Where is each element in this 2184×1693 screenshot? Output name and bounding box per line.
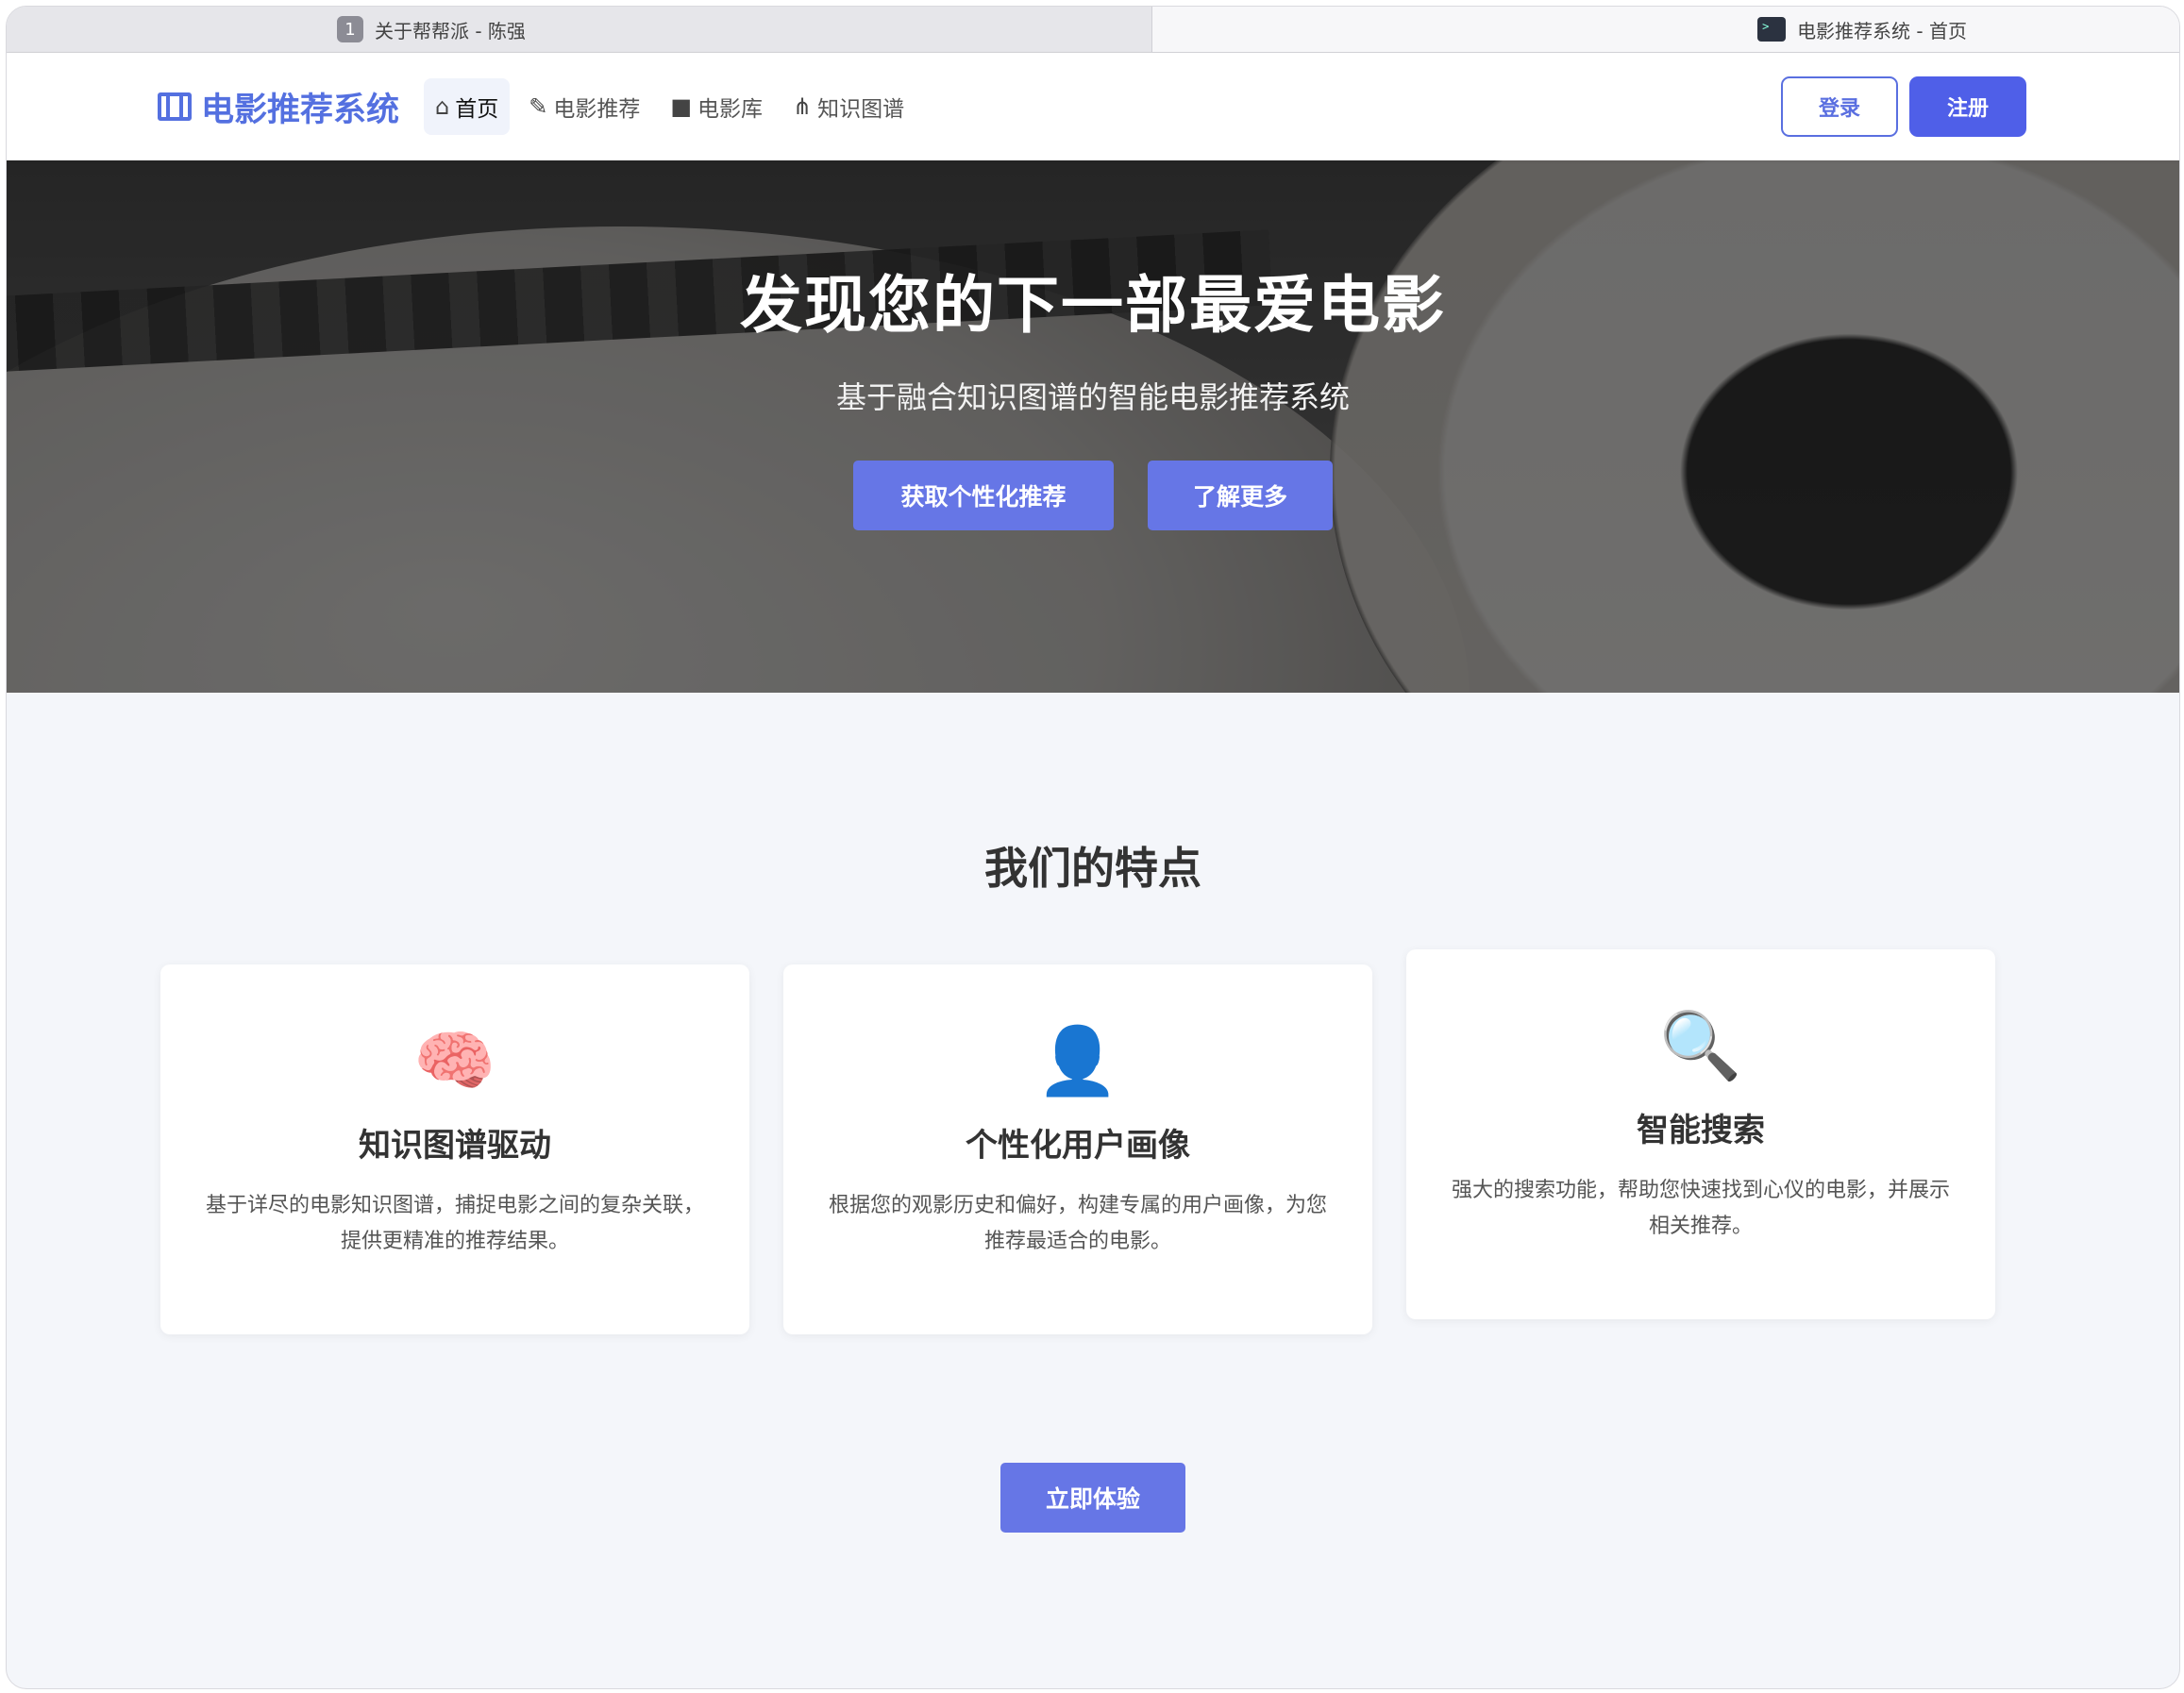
register-button[interactable]: 注册 <box>1909 76 2026 137</box>
try-now-button[interactable]: 立即体验 <box>1000 1463 1185 1533</box>
feature-card-description: 强大的搜索功能，帮助您快速找到心仪的电影，并展示相关推荐。 <box>1451 1179 1950 1238</box>
tab-bar: 1 关于帮帮派 - 陈强 电影推荐系统 - 首页 <box>7 7 2179 53</box>
brand-logo[interactable]: 电影推荐系统 <box>158 83 399 131</box>
home-icon: ⌂ <box>435 93 450 120</box>
features-section: 我们的特点 🧠 知识图谱驱动 基于详尽的电影知识图谱，捕捉电影之间的复杂关联，提… <box>7 693 2179 1533</box>
nav-item-label: 知识图谱 <box>817 97 905 122</box>
login-button[interactable]: 登录 <box>1781 76 1898 137</box>
video-camera-icon: ■ <box>670 93 693 120</box>
nav-item-knowledge-graph[interactable]: ⋔ 知识图谱 <box>781 78 916 135</box>
feature-card-smart-search: 🔍 智能搜索 强大的搜索功能，帮助您快速找到心仪的电影，并展示相关推荐。 <box>1406 949 1995 1319</box>
feature-card-knowledge-graph: 🧠 知识图谱驱动 基于详尽的电影知识图谱，捕捉电影之间的复杂关联，提供更精准的推… <box>160 964 749 1334</box>
terminal-icon <box>1757 17 1787 42</box>
pencil-icon: ✎ <box>529 93 548 120</box>
feature-card-title: 个性化用户画像 <box>966 1127 1190 1165</box>
nav-item-label: 电影库 <box>697 97 764 122</box>
magnifier-icon: 🔍 <box>1659 1007 1742 1084</box>
features-title: 我们的特点 <box>984 843 1201 894</box>
feature-cards: 🧠 知识图谱驱动 基于详尽的电影知识图谱，捕捉电影之间的复杂关联，提供更精准的推… <box>160 949 2179 1334</box>
hero-content: 发现您的下一部最爱电影 基于融合知识图谱的智能电影推荐系统 获取个性化推荐 了解… <box>7 160 2179 530</box>
nav-item-home[interactable]: ⌂ 首页 <box>424 78 511 135</box>
tab-movie-home[interactable]: 电影推荐系统 - 首页 <box>1151 7 2179 52</box>
feature-card-title: 智能搜索 <box>1637 1112 1765 1149</box>
brain-icon: 🧠 <box>413 1022 496 1099</box>
film-icon <box>158 92 192 121</box>
user-silhouette-icon: 👤 <box>1036 1022 1119 1099</box>
graph-icon: ⋔ <box>793 93 813 120</box>
feature-card-title: 知识图谱驱动 <box>359 1127 551 1165</box>
tab-number-badge: 1 <box>337 16 363 42</box>
navbar: 电影推荐系统 ⌂ 首页 ✎ 电影推荐 ■ 电影库 ⋔ 知识图谱 登录 注册 <box>7 53 2179 160</box>
nav-item-label: 电影推荐 <box>553 97 641 122</box>
nav-item-library[interactable]: ■ 电影库 <box>659 78 774 135</box>
get-recommendations-button[interactable]: 获取个性化推荐 <box>853 461 1114 530</box>
hero-buttons: 获取个性化推荐 了解更多 <box>7 461 2179 530</box>
hero-subtitle: 基于融合知识图谱的智能电影推荐系统 <box>835 379 1350 415</box>
nav-item-label: 首页 <box>455 97 499 122</box>
feature-card-user-profile: 👤 个性化用户画像 根据您的观影历史和偏好，构建专属的用户画像，为您推荐最适合的… <box>783 964 1372 1334</box>
nav-item-recommend[interactable]: ✎ 电影推荐 <box>517 78 651 135</box>
learn-more-button[interactable]: 了解更多 <box>1148 461 1333 530</box>
tab-title: 关于帮帮派 - 陈强 <box>375 19 526 42</box>
browser-window: 1 关于帮帮派 - 陈强 电影推荐系统 - 首页 电影推荐系统 ⌂ 首页 ✎ 电… <box>6 6 2180 1689</box>
feature-card-description: 根据您的观影历史和偏好，构建专属的用户画像，为您推荐最适合的电影。 <box>828 1194 1327 1253</box>
hero-banner: 发现您的下一部最爱电影 基于融合知识图谱的智能电影推荐系统 获取个性化推荐 了解… <box>7 160 2179 693</box>
tab-title: 电影推荐系统 - 首页 <box>1797 19 1967 42</box>
brand-name: 电影推荐系统 <box>201 91 400 129</box>
tab-about[interactable]: 1 关于帮帮派 - 陈强 <box>7 7 1151 52</box>
hero-title: 发现您的下一部最爱电影 <box>740 269 1446 342</box>
feature-card-description: 基于详尽的电影知识图谱，捕捉电影之间的复杂关联，提供更精准的推荐结果。 <box>205 1194 704 1253</box>
